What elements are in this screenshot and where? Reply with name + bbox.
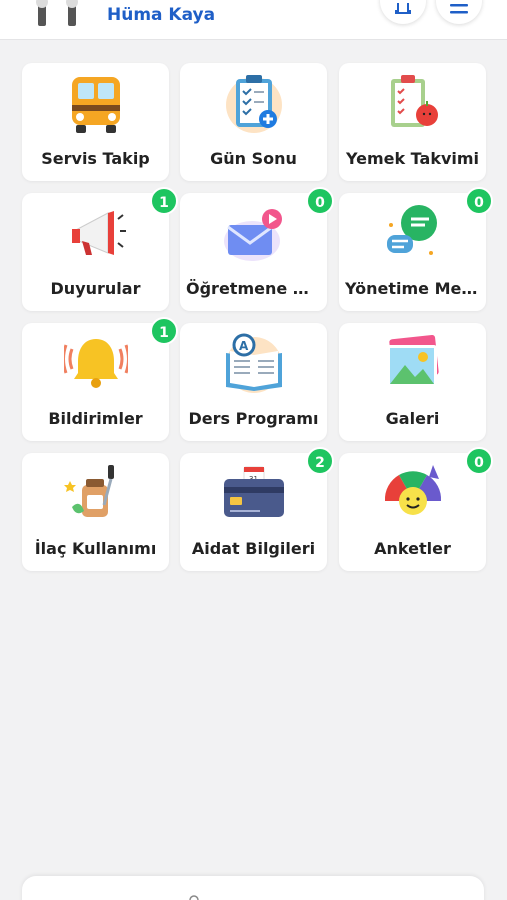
tile-gun-sonu[interactable]: Gün Sonu xyxy=(180,63,327,181)
tile-label: Gün Sonu xyxy=(210,149,297,168)
tile-label: Galeri xyxy=(385,409,440,428)
user-name[interactable]: Hüma Kaya xyxy=(107,5,215,25)
credit-card-icon: 31 xyxy=(224,466,284,517)
meal-clipboard-apple-icon xyxy=(391,75,438,127)
notification-badge: 0 xyxy=(465,447,493,475)
tile-label: Anketler xyxy=(374,539,451,558)
tile-ilac-kullanimi[interactable]: İlaç Kullanımı xyxy=(22,453,169,571)
tile-yonetime-mesaj[interactable]: Yönetime Mesaj 0 xyxy=(339,187,493,311)
photo-gallery-icon xyxy=(387,335,439,387)
menu-button[interactable] xyxy=(436,0,482,24)
tile-label: Duyurular xyxy=(50,279,141,298)
open-book-icon: A xyxy=(226,333,282,393)
school-bus-icon xyxy=(72,77,120,133)
medicine-bottle-icon xyxy=(64,465,114,517)
notifications-button[interactable] xyxy=(380,0,426,24)
tile-ders-programi[interactable]: A Ders Programı xyxy=(180,323,327,441)
tile-label: Yönetime Mesaj xyxy=(345,279,480,298)
bell-icon xyxy=(395,3,411,14)
tile-label: Yemek Takvimi xyxy=(345,149,480,168)
notification-badge: 1 xyxy=(150,317,178,345)
tile-label: İlaç Kullanımı xyxy=(34,539,157,558)
tile-anketler[interactable]: Anketler 0 xyxy=(339,447,493,571)
tile-label: Bildirimler xyxy=(48,409,143,428)
bell-ringing-icon xyxy=(64,339,128,388)
tile-galeri[interactable]: Galeri xyxy=(339,323,486,441)
home-icon[interactable] xyxy=(186,894,202,900)
bottom-navigation-bar[interactable] xyxy=(22,876,484,900)
tile-label: Servis Takip xyxy=(41,149,150,168)
svg-text:A: A xyxy=(239,339,249,353)
family-avatar-icon[interactable] xyxy=(32,0,86,30)
clipboard-checklist-icon xyxy=(226,75,282,133)
tile-label: Öğretmene Mesaj xyxy=(186,279,321,298)
tile-bildirimler[interactable]: Bildirimler 1 xyxy=(22,317,178,441)
notification-badge: 0 xyxy=(306,187,334,215)
survey-gauge-icon xyxy=(384,465,442,515)
menu-icon xyxy=(450,4,468,14)
app-header: Hüma Kaya xyxy=(0,0,507,40)
tile-yemek-takvimi[interactable]: Yemek Takvimi xyxy=(339,63,486,181)
notification-badge: 0 xyxy=(465,187,493,215)
notification-badge: 2 xyxy=(306,447,334,475)
tile-label: Aidat Bilgileri xyxy=(191,539,316,558)
notification-badge: 1 xyxy=(150,187,178,215)
tile-servis-takip[interactable]: Servis Takip xyxy=(22,63,169,181)
tile-ogretmene-mesaj[interactable]: Öğretmene Mesaj 0 xyxy=(180,187,334,311)
envelope-send-icon xyxy=(224,209,282,261)
tile-label: Ders Programı xyxy=(188,409,319,428)
tile-aidat-bilgileri[interactable]: 31 Aidat Bilgileri 2 xyxy=(180,447,334,571)
chat-bubbles-icon xyxy=(387,205,437,255)
megaphone-icon xyxy=(72,211,126,255)
tile-duyurular[interactable]: Duyurular 1 xyxy=(22,187,178,311)
